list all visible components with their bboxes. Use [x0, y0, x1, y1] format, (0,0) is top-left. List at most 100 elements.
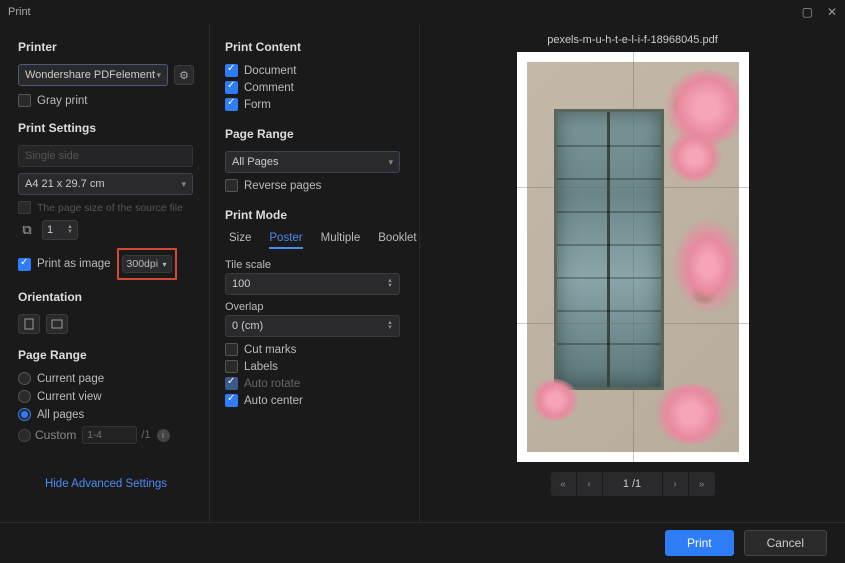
- info-icon[interactable]: i: [157, 429, 170, 442]
- titlebar: Print ▢ ✕: [0, 0, 845, 24]
- cut-marks-label: Cut marks: [244, 344, 296, 356]
- tile-scale-label: Tile scale: [225, 259, 404, 271]
- maximize-icon[interactable]: ▢: [802, 5, 813, 19]
- current-view-radio[interactable]: [18, 390, 31, 403]
- custom-range-input[interactable]: [82, 426, 137, 444]
- pager-next-button[interactable]: ›: [663, 472, 689, 496]
- preview-pager: « ‹ 1 /1 › »: [551, 472, 715, 496]
- current-view-radio-row[interactable]: Current view: [18, 390, 194, 403]
- document-checkbox-row[interactable]: Document: [225, 64, 404, 77]
- comment-label: Comment: [244, 82, 294, 94]
- auto-center-label: Auto center: [244, 395, 303, 407]
- print-mode-heading: Print Mode: [225, 208, 404, 222]
- labels-row[interactable]: Labels: [225, 360, 404, 373]
- current-page-label: Current page: [37, 373, 104, 385]
- print-button[interactable]: Print: [665, 530, 734, 556]
- all-pages-radio[interactable]: [18, 408, 31, 421]
- source-size-label: The page size of the source file: [37, 202, 183, 214]
- preview-page: [517, 52, 749, 462]
- printer-select[interactable]: Wondershare PDFelement ▾: [18, 64, 168, 86]
- auto-rotate-checkbox: [225, 377, 238, 390]
- hide-advanced-link[interactable]: Hide Advanced Settings: [18, 478, 194, 490]
- reverse-pages-checkbox[interactable]: [225, 179, 238, 192]
- paper-size-value: A4 21 x 29.7 cm: [25, 178, 105, 190]
- duplex-value: Single side: [25, 150, 79, 162]
- gear-icon: ⚙: [179, 69, 189, 82]
- print-content-heading: Print Content: [225, 40, 404, 54]
- dialog-footer: Print Cancel: [0, 522, 845, 563]
- comment-checkbox[interactable]: [225, 81, 238, 94]
- document-label: Document: [244, 65, 296, 77]
- orientation-heading: Orientation: [18, 290, 194, 304]
- gray-print-checkbox[interactable]: [18, 94, 31, 107]
- paper-size-select[interactable]: A4 21 x 29.7 cm ▾: [18, 173, 193, 195]
- gray-print-checkbox-row[interactable]: Gray print: [18, 94, 194, 107]
- auto-center-checkbox[interactable]: [225, 394, 238, 407]
- window-title: Print: [8, 6, 31, 18]
- chevron-down-icon: ▾: [156, 70, 161, 81]
- tab-poster[interactable]: Poster: [269, 232, 302, 249]
- middle-panel: Print Content Document Comment Form Page…: [210, 24, 420, 522]
- current-page-radio[interactable]: [18, 372, 31, 385]
- overlap-value: 0 (cm): [232, 320, 263, 332]
- auto-center-row[interactable]: Auto center: [225, 394, 404, 407]
- preview-panel: pexels-m-u-h-t-e-l-i-f-18968045.pdf « ‹: [420, 24, 845, 522]
- copies-input[interactable]: 1 ▲▼: [42, 220, 78, 240]
- chevron-down-icon: ▾: [388, 157, 393, 168]
- page-range-select[interactable]: All Pages ▾: [225, 151, 400, 173]
- preview-filename: pexels-m-u-h-t-e-l-i-f-18968045.pdf: [547, 34, 718, 46]
- custom-total: /1: [141, 429, 150, 441]
- reverse-pages-row[interactable]: Reverse pages: [225, 179, 404, 192]
- page-range-value: All Pages: [232, 156, 278, 168]
- orientation-portrait-button[interactable]: [18, 314, 40, 334]
- print-mode-tabs: Size Poster Multiple Booklet: [229, 232, 404, 249]
- gray-print-label: Gray print: [37, 95, 88, 107]
- pager-page-display: 1 /1: [603, 472, 663, 496]
- tile-scale-input[interactable]: 100 ▲▼: [225, 273, 400, 295]
- all-pages-label: All pages: [37, 409, 84, 421]
- overlap-input[interactable]: 0 (cm) ▲▼: [225, 315, 400, 337]
- close-icon[interactable]: ✕: [827, 5, 837, 19]
- current-page-radio-row[interactable]: Current page: [18, 372, 194, 385]
- comment-checkbox-row[interactable]: Comment: [225, 81, 404, 94]
- chevron-down-icon: ▾: [181, 179, 186, 190]
- printer-heading: Printer: [18, 40, 194, 54]
- tab-booklet[interactable]: Booklet: [378, 232, 416, 249]
- page-range-heading: Page Range: [18, 348, 194, 362]
- overlap-label: Overlap: [225, 301, 404, 313]
- form-checkbox[interactable]: [225, 98, 238, 111]
- pager-prev-button[interactable]: ‹: [577, 472, 603, 496]
- tab-multiple[interactable]: Multiple: [321, 232, 361, 249]
- custom-label: Custom: [35, 428, 76, 442]
- cut-marks-checkbox[interactable]: [225, 343, 238, 356]
- custom-range-row: Custom /1 i: [18, 426, 194, 444]
- copies-value: 1: [47, 224, 53, 236]
- form-label: Form: [244, 99, 271, 111]
- print-as-image-row[interactable]: Print as image: [18, 258, 111, 271]
- source-size-row: The page size of the source file: [18, 201, 194, 214]
- copies-icon: ⧉: [18, 221, 36, 239]
- chevron-down-icon: ▾: [163, 260, 167, 269]
- tab-size[interactable]: Size: [229, 232, 251, 249]
- auto-rotate-row: Auto rotate: [225, 377, 404, 390]
- copies-row: ⧉ 1 ▲▼: [18, 220, 194, 240]
- dpi-highlight: 300dpi ▾: [117, 248, 177, 280]
- pager-last-button[interactable]: »: [689, 472, 715, 496]
- cut-marks-row[interactable]: Cut marks: [225, 343, 404, 356]
- all-pages-radio-row[interactable]: All pages: [18, 408, 194, 421]
- current-view-label: Current view: [37, 391, 102, 403]
- labels-checkbox[interactable]: [225, 360, 238, 373]
- print-as-image-checkbox[interactable]: [18, 258, 31, 271]
- orientation-landscape-button[interactable]: [46, 314, 68, 334]
- dpi-select[interactable]: 300dpi ▾: [122, 255, 172, 273]
- printer-settings-button[interactable]: ⚙: [174, 65, 194, 85]
- tile-scale-value: 100: [232, 278, 250, 290]
- dialog-body: Printer Wondershare PDFelement ▾ ⚙ Gray …: [0, 24, 845, 522]
- reverse-pages-label: Reverse pages: [244, 180, 321, 192]
- document-checkbox[interactable]: [225, 64, 238, 77]
- custom-radio[interactable]: [18, 429, 31, 442]
- page-range-heading-2: Page Range: [225, 127, 404, 141]
- cancel-button[interactable]: Cancel: [744, 530, 827, 556]
- form-checkbox-row[interactable]: Form: [225, 98, 404, 111]
- pager-first-button[interactable]: «: [551, 472, 577, 496]
